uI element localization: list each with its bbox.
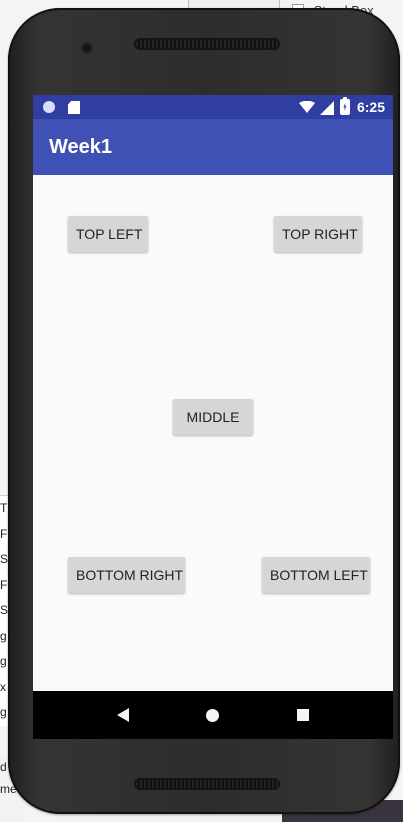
battery-charging-icon: [340, 97, 350, 115]
home-icon[interactable]: [206, 709, 219, 722]
front-camera-icon: [83, 44, 91, 52]
activity-content: TOP LEFT TOP RIGHT MIDDLE BOTTOM RIGHT B…: [33, 175, 393, 691]
phone-device-frame: 6:25 Week1 TOP LEFT TOP RIGHT MIDDLE BOT…: [8, 8, 400, 814]
app-title: Week1: [49, 136, 113, 158]
status-time: 6:25: [356, 99, 385, 115]
circle-status-icon: [43, 101, 55, 113]
middle-button[interactable]: MIDDLE: [173, 399, 253, 435]
app-bar: Week1: [33, 119, 393, 175]
cell-signal-icon: [320, 101, 334, 115]
status-bar: 6:25: [33, 95, 393, 119]
top-left-button[interactable]: TOP LEFT: [68, 216, 148, 252]
emulator-window: Stand Box T F S F S g g x g d me: [0, 0, 403, 822]
top-right-button[interactable]: TOP RIGHT: [274, 216, 362, 252]
wifi-icon: [299, 101, 315, 113]
back-icon[interactable]: [117, 708, 129, 722]
top-speaker-grille: [134, 38, 280, 50]
sd-card-icon: [68, 101, 80, 114]
android-navigation-bar: [33, 691, 393, 739]
bottom-right-button[interactable]: BOTTOM RIGHT: [68, 557, 185, 593]
phone-screen: 6:25 Week1 TOP LEFT TOP RIGHT MIDDLE BOT…: [33, 95, 393, 739]
bottom-left-button[interactable]: BOTTOM LEFT: [262, 557, 370, 593]
recent-apps-icon[interactable]: [297, 709, 309, 721]
bottom-speaker-grille: [134, 778, 280, 790]
